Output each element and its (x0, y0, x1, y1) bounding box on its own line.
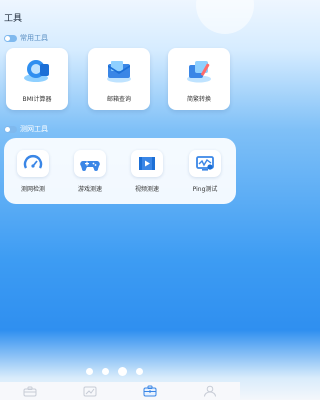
bmi-calculator-icon (24, 60, 49, 82)
tool-video-speed[interactable]: 视频测速 (124, 150, 170, 202)
page-title: 工具 (4, 14, 23, 24)
ping-icon (196, 156, 214, 171)
section-common-tools: 常用工具 (4, 33, 48, 43)
briefcase-icon (143, 385, 157, 397)
tab-toolbox[interactable] (18, 384, 42, 398)
page-dot[interactable] (136, 368, 143, 375)
tool-card-mailbox[interactable]: 邮箱查询 (88, 48, 150, 110)
video-icon (139, 157, 155, 170)
tool-label: Ping测试 (192, 186, 218, 193)
tool-label: 视频测速 (134, 186, 159, 193)
section-toggle-icon (4, 125, 17, 133)
page-dot[interactable] (86, 368, 93, 375)
page-indicator (86, 367, 152, 376)
decorative-circle (196, 0, 254, 34)
tool-game-speed[interactable]: 游戏测速 (67, 150, 113, 202)
tool-icon-box (189, 150, 221, 177)
tool-card-bmi[interactable]: BMI计算器 (6, 48, 68, 110)
section-network-tools: 测网工具 (4, 124, 48, 134)
tool-ping-test[interactable]: Ping测试 (182, 150, 228, 202)
gamepad-icon (80, 161, 100, 171)
tool-speed-check[interactable]: 测网检测 (10, 150, 56, 202)
tool-card-label: 简繁转换 (186, 96, 211, 103)
mailbox-query-icon (107, 61, 131, 83)
toolbox-icon (23, 386, 37, 396)
tool-icon-box (74, 150, 106, 177)
section-toggle-icon (4, 34, 17, 42)
chart-icon (83, 386, 97, 396)
profile-icon (204, 385, 216, 397)
tool-card-label: 邮箱查询 (106, 96, 131, 103)
tool-label: 测网检测 (20, 186, 45, 193)
network-tools-panel: 测网检测 游戏测速 视频测速 Ping测试 (4, 138, 236, 204)
speedometer-icon (23, 155, 43, 169)
section-network-label: 测网工具 (20, 125, 48, 133)
tool-icon-box (17, 150, 49, 177)
tab-profile[interactable] (198, 384, 222, 398)
page-dot-active[interactable] (118, 367, 127, 376)
section-common-label: 常用工具 (20, 34, 48, 42)
bottom-tab-bar (0, 382, 240, 400)
tool-card-text-convert[interactable]: 简繁转换 (168, 48, 230, 110)
page-dot[interactable] (102, 368, 109, 375)
text-convert-icon (187, 61, 211, 83)
tool-label: 游戏测速 (77, 186, 102, 193)
tab-chart[interactable] (78, 384, 102, 398)
tool-card-label: BMI计算器 (22, 96, 52, 103)
tool-icon-box (131, 150, 163, 177)
tab-briefcase[interactable] (138, 384, 162, 398)
